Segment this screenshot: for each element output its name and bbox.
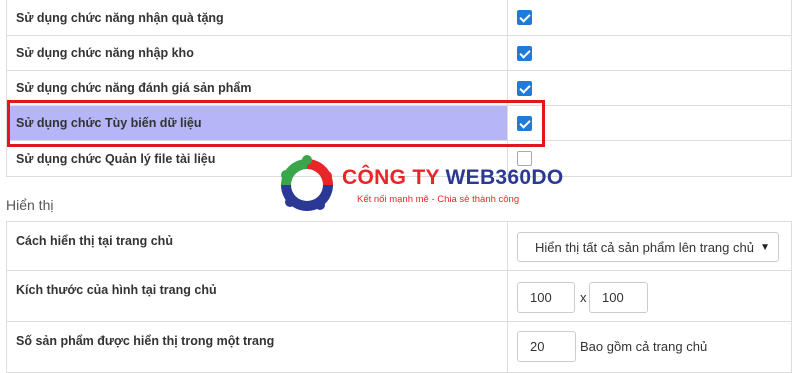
- dropdown-arrow-icon: ▼: [760, 242, 770, 253]
- company-name: CÔNG TY WEB360DO: [342, 166, 563, 190]
- import-feature-checkbox[interactable]: [517, 46, 532, 61]
- settings-row-custom-data: Sử dụng chức Tùy biến dữ liệu: [6, 106, 792, 141]
- display-row-homepage: Cách hiển thị tại trang chủ Hiển thị tất…: [6, 221, 792, 271]
- gift-feature-checkbox[interactable]: [517, 10, 532, 25]
- products-per-page-label: Số sản phẩm được hiển thị trong một tran…: [7, 322, 508, 372]
- settings-label: Sử dụng chức năng nhận quà tặng: [7, 0, 508, 35]
- select-value: Hiển thị tất cả sản phẩm lên trang chủ: [535, 239, 754, 255]
- settings-row-import: Sử dụng chức năng nhập kho: [6, 36, 792, 71]
- settings-label: Sử dụng chức năng nhập kho: [7, 36, 508, 70]
- company-name-part2: WEB360DO: [445, 166, 564, 189]
- display-row-products-per-page: Số sản phẩm được hiển thị trong một tran…: [6, 322, 792, 373]
- homepage-display-label: Cách hiển thị tại trang chủ: [7, 222, 508, 270]
- image-width-input[interactable]: 100: [517, 282, 575, 313]
- people-circle-logo-icon: [281, 155, 333, 211]
- section-title: Hiển thị: [6, 197, 54, 213]
- settings-label: Sử dụng chức năng đánh giá sản phẩm: [7, 71, 508, 105]
- size-separator: x: [580, 290, 587, 305]
- settings-label: Sử dụng chức Tùy biến dữ liệu: [7, 106, 508, 140]
- settings-row-gift: Sử dụng chức năng nhận quà tặng: [6, 0, 792, 36]
- review-feature-checkbox[interactable]: [517, 81, 532, 96]
- products-per-page-note: Bao gồm cả trang chủ: [580, 339, 708, 354]
- image-size-label: Kích thước của hình tại trang chủ: [7, 271, 508, 321]
- company-slogan: Kết nối mạnh mẽ - Chia sẻ thành công: [357, 194, 520, 205]
- display-row-image-size: Kích thước của hình tại trang chủ 100 x …: [6, 271, 792, 322]
- settings-row-review: Sử dụng chức năng đánh giá sản phẩm: [6, 71, 792, 106]
- company-name-part1: CÔNG TY: [342, 166, 446, 189]
- company-watermark-logo: CÔNG TY WEB360DO Kết nối mạnh mẽ - Chia …: [276, 152, 563, 220]
- homepage-display-select[interactable]: Hiển thị tất cả sản phẩm lên trang chủ ▼: [517, 232, 779, 262]
- custom-data-feature-checkbox[interactable]: [517, 116, 532, 131]
- products-per-page-input[interactable]: 20: [517, 331, 576, 362]
- image-height-input[interactable]: 100: [589, 282, 648, 313]
